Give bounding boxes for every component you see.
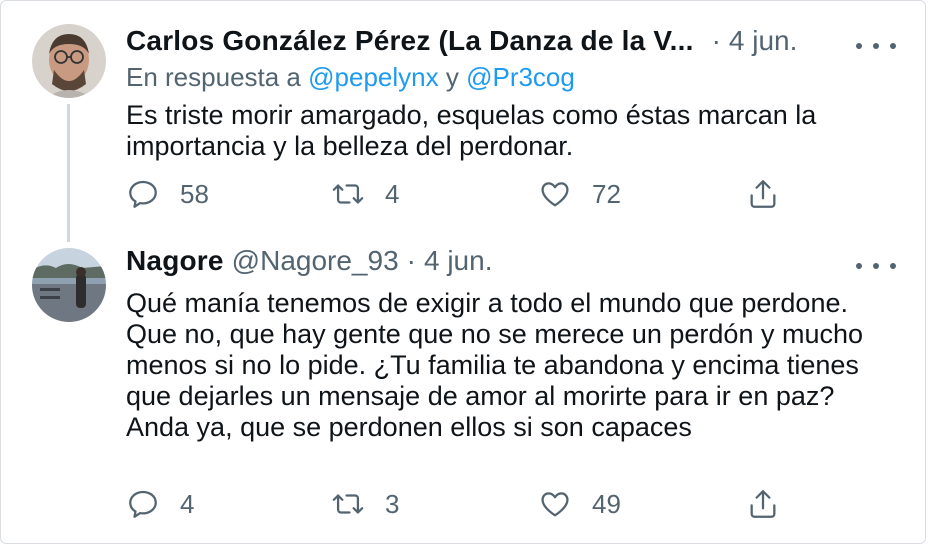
like-button[interactable]: 72 [538,174,621,214]
more-icon[interactable] [856,36,896,56]
heart-icon [541,182,569,207]
reply-prefix: En respuesta a [126,62,301,92]
reply-joiner: y [445,62,459,92]
heart-icon [541,492,569,517]
retweet-count: 4 [385,178,400,209]
tweet-text: Qué manía tenemos de exigir a todo el mu… [126,288,864,442]
reply-button[interactable]: 4 [126,484,194,524]
mention-link[interactable]: @Pr3cog [466,62,575,92]
avatar[interactable] [32,24,106,98]
share-button[interactable] [746,484,780,524]
tweet[interactable]: Carlos González Pérez (La Danza de la V.… [0,0,928,242]
retweet-icon [332,184,364,204]
separator-dot: · [406,245,416,276]
tweet-date[interactable]: 4 jun. [424,245,493,277]
tweet-date[interactable]: 4 jun. [729,25,798,57]
like-count: 72 [592,178,621,209]
retweet-button[interactable]: 3 [331,484,399,524]
tweet[interactable]: Nagore @Nagore_93 · 4 jun. Qué manía ten… [0,232,928,546]
share-icon [750,180,776,208]
more-icon[interactable] [856,256,896,276]
tweet-actions: 4 3 49 [126,484,786,524]
mention-link[interactable]: @pepelynx [308,62,438,92]
author-name[interactable]: Carlos González Pérez (La Danza de la V.… [126,25,694,57]
thread-line [67,104,70,242]
like-button[interactable]: 49 [538,484,621,524]
share-icon [750,490,776,518]
retweet-count: 3 [385,488,400,519]
tweet-actions: 58 4 72 [126,174,786,214]
separator-dot: · [711,25,721,56]
avatar[interactable] [32,248,106,322]
retweet-button[interactable]: 4 [331,174,399,214]
reply-count: 58 [180,178,209,209]
reply-count: 4 [180,488,195,519]
reply-context: En respuesta a @pepelynx y @Pr3cog [126,62,904,96]
reply-button[interactable]: 58 [126,174,209,214]
author-handle[interactable]: @Nagore_93 [232,245,399,277]
reply-icon [129,180,157,208]
retweet-icon [332,494,364,514]
like-count: 49 [592,488,621,519]
tweet-text: Es triste morir amargado, esquelas como … [126,100,817,161]
author-name[interactable]: Nagore [126,245,224,277]
reply-icon [129,490,157,518]
share-button[interactable] [746,174,780,214]
